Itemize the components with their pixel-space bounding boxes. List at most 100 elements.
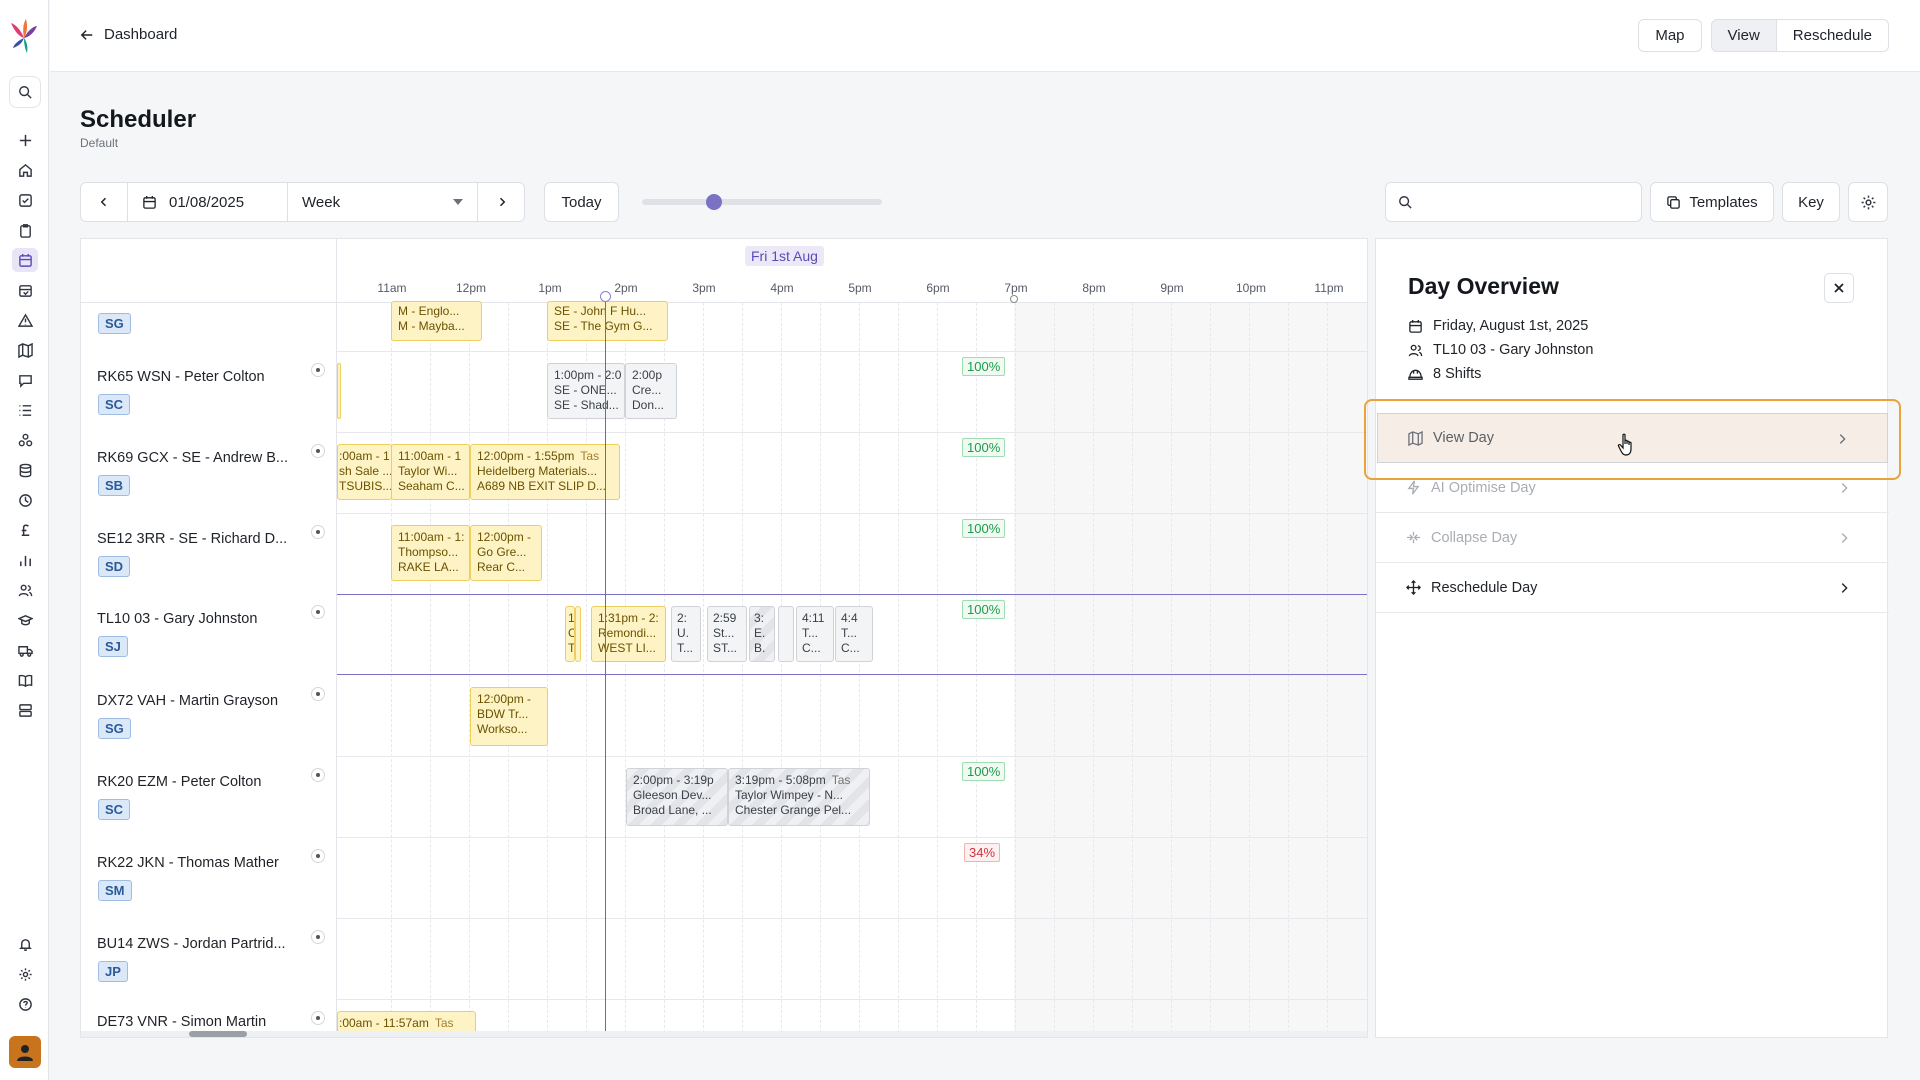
resource-menu-dot[interactable] <box>311 1011 325 1025</box>
range-select[interactable]: Week <box>288 183 478 221</box>
shift-block[interactable]: 11:00am - 1 Taylor Wi... Seaham C... <box>391 444 470 500</box>
resource-cell[interactable]: RK65 WSN - Peter Colton SC <box>81 352 337 433</box>
shift-block[interactable]: 1CT <box>565 606 575 662</box>
resource-menu-dot[interactable] <box>311 363 325 377</box>
calendar-check-icon[interactable] <box>12 278 38 302</box>
users-icon <box>1408 344 1423 356</box>
shift-block[interactable]: 4:11 T... C... <box>796 606 834 662</box>
hour-label: 11pm <box>1314 281 1344 295</box>
vertical-scrollbar[interactable] <box>1367 249 1368 329</box>
close-button[interactable] <box>1824 273 1854 303</box>
avatar[interactable] <box>9 1036 41 1068</box>
graduation-icon[interactable] <box>12 608 38 632</box>
shift-block[interactable]: 2:00pm - 3:19p Gleeson Dev... Broad Lane, … <box>626 768 728 826</box>
resource-cell[interactable]: TL10 03 - Gary Johnston SJ <box>81 594 337 675</box>
prev-button[interactable] <box>81 183 128 221</box>
shift-block[interactable]: 2: U. T... <box>671 606 701 662</box>
shift-line: T... <box>677 641 694 655</box>
next-button[interactable] <box>478 183 525 221</box>
shift-block[interactable]: 1:31pm - 2: Remondi... WEST LI... <box>591 606 666 662</box>
clock-icon[interactable] <box>12 488 38 512</box>
view-button[interactable]: View <box>1710 19 1777 52</box>
resource-cell[interactable]: RK20 EZM - Peter Colton SC <box>81 757 337 838</box>
plus-icon[interactable] <box>12 128 38 152</box>
shift-block[interactable]: 4:4 T... C... <box>835 606 873 662</box>
resource-cell[interactable]: SG <box>81 303 337 352</box>
shift-line: TSUBIS... <box>339 479 392 493</box>
reschedule-day-action[interactable]: Reschedule Day <box>1376 563 1889 613</box>
settings-icon[interactable] <box>12 962 38 986</box>
database-icon[interactable] <box>12 458 38 482</box>
shift-block[interactable]: 2:00p Cre... Don... <box>625 363 677 419</box>
shift-block[interactable] <box>778 606 794 662</box>
shift-block[interactable]: SE - John F Hu... SE - The Gym G... <box>547 301 668 341</box>
templates-button[interactable]: Templates <box>1650 182 1774 222</box>
date-picker[interactable]: 01/08/2025 <box>128 183 288 221</box>
zoom-slider[interactable] <box>642 194 882 210</box>
search-input[interactable] <box>1385 182 1642 222</box>
settings-button[interactable] <box>1848 182 1888 222</box>
collapse-day-action[interactable]: Collapse Day <box>1376 513 1889 563</box>
truck-icon[interactable] <box>12 638 38 662</box>
key-button[interactable]: Key <box>1782 182 1840 222</box>
integrations-icon[interactable] <box>12 428 38 452</box>
shift-block[interactable]: 3: E. B. <box>749 606 775 662</box>
clipboard-icon[interactable] <box>12 218 38 242</box>
shift-block[interactable]: 12:00pm - BDW Tr... Workso... <box>470 687 548 746</box>
horizontal-scrollbar[interactable] <box>81 1031 1367 1037</box>
resource-cell[interactable]: SE12 3RR - SE - Richard D... SD <box>81 514 337 595</box>
resource-cell[interactable]: RK69 GCX - SE - Andrew B... SB <box>81 433 337 514</box>
checklist-icon[interactable] <box>12 188 38 212</box>
bell-icon[interactable] <box>12 932 38 956</box>
resource-menu-dot[interactable] <box>311 930 325 944</box>
resource-menu-dot[interactable] <box>311 849 325 863</box>
resource-cell[interactable]: BU14 ZWS - Jordan Partrid... JP <box>81 919 337 1000</box>
resource-menu-dot[interactable] <box>311 525 325 539</box>
resource-menu-dot[interactable] <box>311 444 325 458</box>
shift-block[interactable]: 11:00am - 1: Thompso... RAKE LA... <box>391 525 470 581</box>
help-icon[interactable] <box>12 992 38 1016</box>
server-icon[interactable] <box>12 698 38 722</box>
scrollbar-thumb[interactable] <box>189 1031 247 1037</box>
shift-block[interactable]: M - Englo... M - Mayba... <box>391 301 482 341</box>
bar-chart-icon[interactable] <box>12 548 38 572</box>
book-icon[interactable] <box>12 668 38 692</box>
shift-line: Remondi... <box>598 626 657 640</box>
pound-icon[interactable] <box>12 518 38 542</box>
resource-row: BU14 ZWS - Jordan Partrid... JP <box>81 919 1367 1000</box>
shift-block[interactable]: 3:19pm - 5:08pm Tas Taylor Wimpey - N... Ch… <box>728 768 870 826</box>
users-icon[interactable] <box>12 578 38 602</box>
search-icon[interactable] <box>9 76 41 108</box>
shift-block[interactable]: :00am - 1 sh Sale ... TSUBIS... <box>337 444 392 500</box>
shift-line: BDW Tr... <box>477 707 529 721</box>
map-icon[interactable] <box>12 338 38 362</box>
shift-block[interactable] <box>575 606 581 662</box>
home-icon[interactable] <box>12 158 38 182</box>
shift-tag: Tas <box>831 773 851 787</box>
calendar-icon[interactable] <box>12 248 38 272</box>
resource-menu-dot[interactable] <box>311 768 325 782</box>
resource-menu-dot[interactable] <box>311 687 325 701</box>
resource-cell[interactable]: RK22 JKN - Thomas Mather SM <box>81 838 337 919</box>
today-button[interactable]: Today <box>544 182 619 222</box>
panel-shifts-row: 8 Shifts <box>1408 366 1481 382</box>
panel-resource-row: TL10 03 - Gary Johnston <box>1408 342 1593 358</box>
reschedule-button[interactable]: Reschedule <box>1776 19 1889 52</box>
resource-cell[interactable]: DX72 VAH - Martin Grayson SG <box>81 676 337 757</box>
caret-down-icon <box>453 199 463 205</box>
warning-icon[interactable] <box>12 308 38 332</box>
map-button[interactable]: Map <box>1638 19 1702 52</box>
back-link[interactable]: Dashboard <box>80 26 177 43</box>
list-icon[interactable] <box>12 398 38 422</box>
shift-block[interactable] <box>337 363 341 419</box>
shift-block[interactable]: 12:00pm - Go Gre... Rear C... <box>470 525 542 581</box>
shift-tag: Tas <box>434 1016 454 1030</box>
resource-menu-dot[interactable] <box>311 605 325 619</box>
shift-block[interactable]: 2:59 St... ST... <box>707 606 747 662</box>
shift-line: Cre... <box>632 383 662 397</box>
shift-block[interactable]: 1:00pm - 2:0 SE - ONE... SE - Shad... <box>547 363 625 419</box>
zoom-slider-handle[interactable] <box>706 194 722 210</box>
chevron-right-icon <box>1841 583 1848 593</box>
shift-block[interactable]: 12:00pm - 1:55pm Tas Heidelberg Materials.… <box>470 444 620 500</box>
chat-icon[interactable] <box>12 368 38 392</box>
